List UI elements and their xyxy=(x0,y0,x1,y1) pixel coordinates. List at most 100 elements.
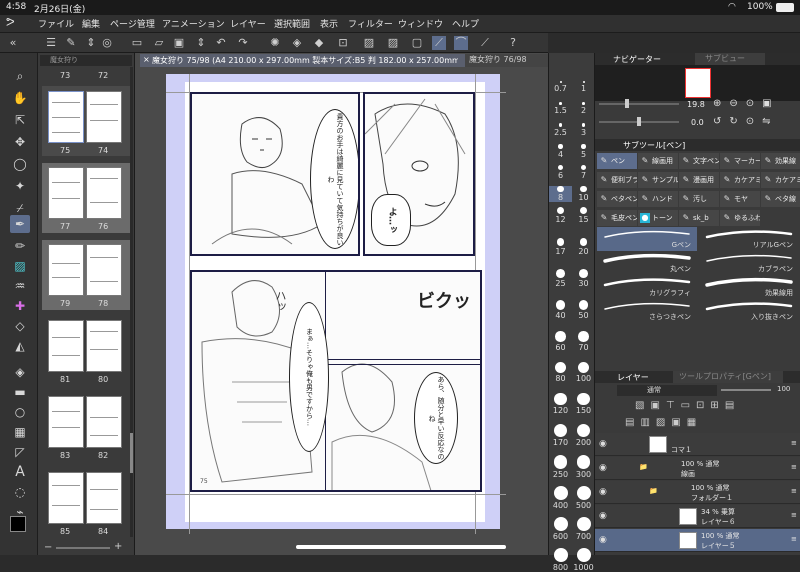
layer-handle-icon[interactable]: ≡ xyxy=(791,511,797,519)
page-thumbnail-79[interactable] xyxy=(48,244,84,296)
open-file-icon[interactable]: ▱ xyxy=(152,36,166,50)
page-search-input[interactable]: 魔女狩り xyxy=(40,55,132,66)
brush-preset[interactable]: 入り抜きペン xyxy=(699,299,799,323)
brush-size-preset[interactable]: 3 xyxy=(572,123,595,137)
subtool-group-tab[interactable]: ✎ ベタ線 xyxy=(761,191,800,207)
layer-handle-icon[interactable]: ≡ xyxy=(791,487,797,495)
page-scrollbar-thumb[interactable] xyxy=(130,433,133,473)
manga-panel-1[interactable]: 貴方のお手は綺麗に見ていて気持ちが良いわ xyxy=(190,92,360,256)
brush-size-preset[interactable]: 50 xyxy=(572,300,595,320)
brush-size-preset[interactable]: 1000 xyxy=(572,548,595,572)
zoom-out-button[interactable]: − xyxy=(44,542,52,553)
brush-size-preset[interactable]: 30 xyxy=(572,269,595,288)
subtool-group-tab[interactable]: ✎ 漫画用 xyxy=(679,172,719,188)
eraser-icon[interactable]: ◇ xyxy=(10,317,30,335)
document-tab[interactable]: × 魔女狩り 75/98 (A4 210.00 x 297.00mm 製本サイズ… xyxy=(140,54,548,67)
menu-filter[interactable]: フィルター xyxy=(348,17,393,30)
opacity-slider[interactable] xyxy=(721,389,771,391)
home-indicator[interactable] xyxy=(296,545,506,549)
subtool-group-tab[interactable]: ✎ カケアミ xyxy=(720,172,760,188)
brush-preset[interactable]: 丸ペン xyxy=(597,251,697,275)
lasso-tool-icon[interactable]: ◯ xyxy=(10,155,30,173)
blend-tool-icon[interactable]: ◭ xyxy=(10,337,30,355)
hamburger-menu-icon[interactable]: ☰ xyxy=(44,36,58,50)
text-tool-icon[interactable]: A xyxy=(10,463,30,481)
new-file-icon[interactable]: ▭ xyxy=(130,36,144,50)
crop-icon[interactable]: ▨ xyxy=(386,36,400,50)
navigator-zoom-buttons[interactable]: ⊕⊖⊙▣ xyxy=(713,98,780,109)
main-color-swatch[interactable] xyxy=(10,516,26,532)
brush-size-preset[interactable]: 12 xyxy=(549,207,572,224)
undo-icon[interactable]: ↶ xyxy=(214,36,228,50)
page-thumbnail-83[interactable] xyxy=(48,396,84,448)
subtool-group-tab[interactable]: ✎ モヤ xyxy=(720,191,760,207)
brush-preset[interactable]: カリグラフィ xyxy=(597,275,697,299)
navigator-thumbnail[interactable] xyxy=(685,68,711,98)
menu-page-management[interactable]: ページ管理 xyxy=(110,17,155,30)
page-thumbnail-80[interactable] xyxy=(86,320,122,372)
subtool-group-tab[interactable]: ✎ 毛皮ペン xyxy=(597,210,637,226)
subtool-group-tab[interactable]: ✎ ベタペン xyxy=(597,191,637,207)
subtool-group-tab[interactable]: ✎ 効果線 xyxy=(761,153,800,169)
subtool-group-tab[interactable]: ✎ ハンド xyxy=(638,191,678,207)
eye-icon[interactable]: ◉ xyxy=(599,487,607,497)
brush-size-preset[interactable]: 20 xyxy=(572,238,595,256)
layer-handle-icon[interactable]: ≡ xyxy=(791,439,797,447)
brush-size-preset[interactable]: 600 xyxy=(549,517,572,541)
subtool-group-tab[interactable]: ✎ ペン xyxy=(597,153,637,169)
brush-size-preset[interactable]: 17 xyxy=(549,238,572,256)
brush-size-preset[interactable]: 7 xyxy=(572,165,595,180)
menu-view[interactable]: 表示 xyxy=(320,17,338,30)
operation-tool-icon[interactable]: ⇱ xyxy=(10,111,30,129)
layer-option-buttons[interactable]: ▧▣⊤▭⊡⊞▤ xyxy=(635,400,740,411)
magic-wand-icon[interactable]: ✦ xyxy=(10,177,30,195)
brush-size-preset[interactable]: 150 xyxy=(572,393,595,415)
manga-page[interactable]: 貴方のお手は綺麗に見ていて気持ちが良いわ よ…ッ まぁ…そりゃ俺も男ですから… … xyxy=(166,74,506,534)
menu-help[interactable]: ヘルプ xyxy=(452,17,479,30)
menu-selection[interactable]: 選択範囲 xyxy=(274,17,310,30)
layer-property-buttons[interactable]: ▤▥▨▣▦ xyxy=(625,417,702,428)
brush-size-preset[interactable]: 300 xyxy=(572,455,595,479)
brush-preset[interactable]: カブラペン xyxy=(699,251,799,275)
stepper-icon-2[interactable]: ⇕ xyxy=(194,36,208,50)
page-thumbnail-75[interactable] xyxy=(48,91,84,143)
clear-icon[interactable]: ◈ xyxy=(290,36,304,50)
gradient-icon[interactable]: ▬ xyxy=(10,383,30,401)
menu-animation[interactable]: アニメーション xyxy=(162,17,225,30)
brush-size-preset[interactable]: 1.5 xyxy=(549,102,572,115)
layer-row[interactable]: ◉ 📁 100 % 通常 フォルダー１ ≡ xyxy=(595,481,800,504)
brush-size-preset[interactable]: 100 xyxy=(572,362,595,383)
brush-size-preset[interactable]: 40 xyxy=(549,300,572,320)
zoom-in-button[interactable]: + xyxy=(114,541,122,552)
speech-bubble-2[interactable]: よ…ッ xyxy=(371,194,411,246)
pencil-tool-icon[interactable]: ✏ xyxy=(10,237,30,255)
layer-row[interactable]: ◉ 100 % 通常 レイヤー５ ≡ xyxy=(595,529,800,552)
brush-size-preset[interactable]: 250 xyxy=(549,455,572,479)
transform-icon[interactable]: ⊡ xyxy=(336,36,350,50)
brush-size-preset[interactable]: 0.7 xyxy=(549,81,572,93)
layer-row[interactable]: ◉ コマ１ ≡ xyxy=(595,433,800,456)
brush-size-preset[interactable]: 120 xyxy=(549,393,572,415)
brush-size-preset[interactable]: 800 xyxy=(549,548,572,572)
page-thumbnail-74[interactable] xyxy=(86,91,122,143)
brush-size-preset[interactable]: 70 xyxy=(572,331,595,352)
hand-tool-icon[interactable]: ✋ xyxy=(10,89,30,107)
zoom-slider[interactable] xyxy=(599,103,679,105)
menu-layer[interactable]: レイヤー xyxy=(230,17,266,30)
page-thumbnail-78[interactable] xyxy=(86,244,122,296)
brush-preset[interactable]: リアルGペン xyxy=(699,227,799,251)
blend-mode-select[interactable]: 通常 xyxy=(617,385,717,396)
select-icon[interactable]: ▢ xyxy=(410,36,424,50)
ruler-tool-icon[interactable]: ◸ xyxy=(10,443,30,461)
menu-file[interactable]: ファイル xyxy=(38,17,74,30)
brush-preset[interactable]: Gペン xyxy=(597,227,697,251)
layer-row[interactable]: ◉ 34 % 乗算 レイヤー６ ≡ xyxy=(595,505,800,528)
subtool-group-tab[interactable]: ✎ ゆるふわ xyxy=(720,210,760,226)
brush-size-preset[interactable]: 700 xyxy=(572,517,595,541)
snap-special-icon[interactable]: ⌒ xyxy=(454,36,468,50)
pen-tool-icon[interactable]: ✒ xyxy=(10,215,30,233)
layer-row[interactable]: ◉ 📁 100 % 通常 線画 ≡ xyxy=(595,457,800,480)
collapse-icon[interactable]: « xyxy=(6,36,20,50)
brush-size-preset[interactable]: 1 xyxy=(572,81,595,93)
subview-tab[interactable]: サブビュー xyxy=(695,53,765,65)
